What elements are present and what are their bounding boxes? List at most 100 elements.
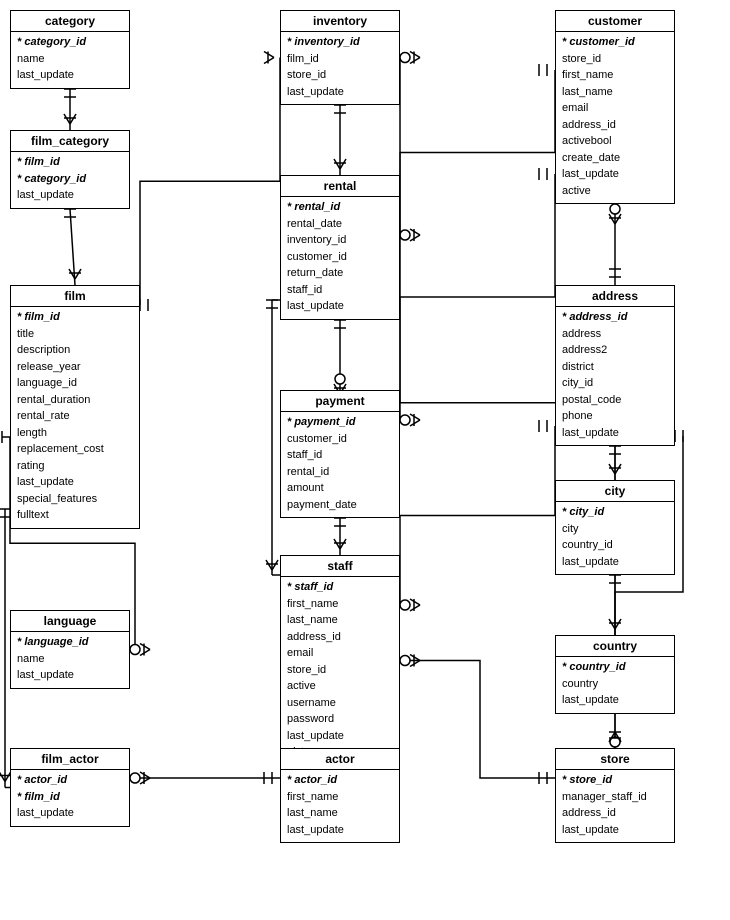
table-row: * customer_id [562,34,668,51]
table-row: name [17,51,123,68]
table-row: manager_staff_id [562,789,668,806]
table-row: replacement_cost [17,441,133,458]
table-row: first_name [562,67,668,84]
table-header-store: store [556,749,674,770]
table-row: staff_id [287,282,393,299]
table-row: store_id [562,51,668,68]
table-row: staff_id [287,447,393,464]
table-row: district [562,359,668,376]
table-body-film: * film_idtitledescriptionrelease_yearlan… [11,307,139,528]
table-body-city: * city_idcitycountry_idlast_update [556,502,674,574]
table-row: email [562,100,668,117]
table-header-staff: staff [281,556,399,577]
table-row: last_update [562,554,668,571]
table-row: last_update [287,822,393,839]
table-rental: rental* rental_idrental_dateinventory_id… [280,175,400,320]
table-row: description [17,342,133,359]
table-row: * actor_id [17,772,123,789]
table-film_category: film_category* film_id* category_idlast_… [10,130,130,209]
table-row: payment_date [287,497,393,514]
table-row: customer_id [287,431,393,448]
table-row: last_update [562,692,668,709]
table-staff: staff* staff_idfirst_namelast_nameaddres… [280,555,400,766]
table-row: release_year [17,359,133,376]
table-row: country [562,676,668,693]
table-row: language_id [17,375,133,392]
table-film_actor: film_actor * actor_id* film_idlast_update [10,748,130,827]
table-city: city* city_idcitycountry_idlast_update [555,480,675,575]
table-header-language: language [11,611,129,632]
table-row: first_name [287,596,393,613]
table-header-film_category: film_category [11,131,129,152]
table-row: address_id [562,117,668,134]
table-row: * inventory_id [287,34,393,51]
table-header-customer: customer [556,11,674,32]
table-header-payment: payment [281,391,399,412]
table-payment: payment * payment_idcustomer_idstaff_idre… [280,390,400,518]
table-body-customer: * customer_idstore_idfirst_namelast_name… [556,32,674,203]
table-row: * category_id [17,34,123,51]
table-row: address [562,326,668,343]
table-row: title [17,326,133,343]
table-row: return_date [287,265,393,282]
table-row: * address_id [562,309,668,326]
table-body-category: * category_idnamelast_update [11,32,129,88]
table-row: username [287,695,393,712]
table-inventory: inventory* inventory_idfilm_idstore_idla… [280,10,400,105]
table-body-store: * store_idmanager_staff_idaddress_idlast… [556,770,674,842]
table-row: * payment_id [287,414,393,431]
table-row: name [17,651,123,668]
table-body-language: * language_idnamelast_update [11,632,129,688]
table-row: last_update [287,298,393,315]
table-row: * actor_id [287,772,393,789]
table-row: rental_id [287,464,393,481]
table-header-category: category [11,11,129,32]
table-row: last_update [17,67,123,84]
table-header-film_actor: film_actor [11,749,129,770]
table-customer: customer* customer_idstore_idfirst_namel… [555,10,675,204]
table-row: password [287,711,393,728]
table-header-film: film [11,286,139,307]
table-row: city_id [562,375,668,392]
table-row: * staff_id [287,579,393,596]
table-row: city [562,521,668,538]
table-row: * city_id [562,504,668,521]
table-row: first_name [287,789,393,806]
table-body-film_category: * film_id* category_idlast_update [11,152,129,208]
table-row: * film_id [17,789,123,806]
table-row: rental_duration [17,392,133,409]
table-row: create_date [562,150,668,167]
table-category: category* category_idnamelast_update [10,10,130,89]
erd-diagram: category* category_idnamelast_updateinve… [0,0,730,920]
table-row: store_id [287,67,393,84]
table-row: last_name [287,805,393,822]
table-row: last_update [17,667,123,684]
table-body-address: * address_idaddressaddress2districtcity_… [556,307,674,445]
table-body-country: * country_idcountrylast_update [556,657,674,713]
table-row: last_update [562,822,668,839]
table-row: last_update [17,805,123,822]
table-header-inventory: inventory [281,11,399,32]
table-row: rental_rate [17,408,133,425]
table-row: film_id [287,51,393,68]
table-header-actor: actor [281,749,399,770]
table-country: country* country_idcountrylast_update [555,635,675,714]
table-film: film* film_idtitledescriptionrelease_yea… [10,285,140,529]
table-header-city: city [556,481,674,502]
table-actor: actor* actor_idfirst_namelast_namelast_u… [280,748,400,843]
table-row: address_id [287,629,393,646]
table-header-address: address [556,286,674,307]
table-row: last_update [562,425,668,442]
table-row: address2 [562,342,668,359]
table-body-actor: * actor_idfirst_namelast_namelast_update [281,770,399,842]
table-row: rental_date [287,216,393,233]
table-row: country_id [562,537,668,554]
table-row: phone [562,408,668,425]
table-row: * country_id [562,659,668,676]
table-language: language* language_idnamelast_update [10,610,130,689]
table-row: * store_id [562,772,668,789]
table-row: rating [17,458,133,475]
table-row: store_id [287,662,393,679]
table-row: last_update [17,474,133,491]
table-row: * rental_id [287,199,393,216]
